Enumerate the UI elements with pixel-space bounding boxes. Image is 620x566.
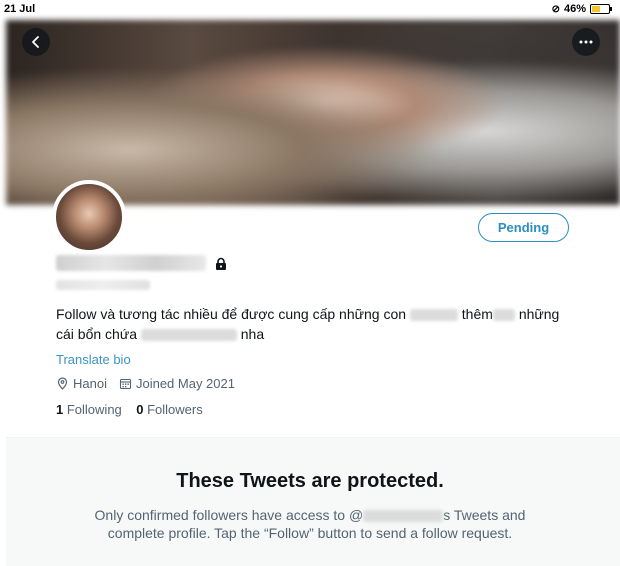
bio-text: nha (240, 326, 265, 342)
more-options-button[interactable] (572, 28, 600, 56)
followers-count: 0 (136, 402, 144, 417)
redacted-text (363, 510, 444, 523)
protected-line-2: complete profile. Tap the “Follow” butto… (107, 525, 513, 541)
lock-icon (216, 257, 226, 270)
bio-text: thêm (461, 306, 493, 322)
pending-button[interactable]: Pending (478, 213, 569, 242)
join-date: Joined May 2021 (119, 376, 235, 391)
location-pin-icon (57, 377, 68, 390)
battery-percent: 46% (563, 3, 586, 15)
follow-counts: 1 Following 0 Followers (56, 402, 203, 417)
followers-link[interactable]: 0 Followers (136, 402, 202, 417)
redacted-text (492, 309, 515, 322)
following-count: 1 (56, 402, 64, 417)
status-time: 21 Jul (4, 3, 36, 15)
profile-meta: Hanoi Joined May 2021 (56, 376, 241, 391)
banner-controls (6, 20, 620, 205)
chevron-left-icon (32, 36, 39, 48)
protected-notice-panel (6, 437, 620, 566)
followers-label: Followers (147, 402, 203, 417)
location-text: Hanoi (73, 376, 107, 391)
location: Hanoi (56, 376, 107, 391)
join-date-text: Joined May 2021 (135, 376, 235, 391)
redacted-text (140, 329, 237, 342)
bio-text: cái bổn chứa (56, 326, 137, 342)
username-redacted (56, 280, 150, 290)
protected-title: These Tweets are protected. (176, 470, 444, 492)
protected-line-1-end: s Tweets and (443, 507, 526, 523)
protected-description: Only confirmed followers have access to … (60, 506, 560, 542)
redacted-text (409, 309, 458, 322)
link-icon: ⊘ (551, 3, 560, 15)
status-indicators: ⊘ 46% (551, 3, 612, 15)
more-dots-icon (579, 40, 593, 44)
profile-bio: Follow và tương tác nhiều để được cung c… (56, 304, 576, 344)
status-bar: 21 Jul ⊘ 46% (0, 0, 620, 20)
back-button[interactable] (22, 28, 50, 56)
bio-text: những (518, 306, 560, 322)
calendar-icon (119, 378, 132, 390)
following-label: Following (66, 402, 122, 417)
avatar[interactable] (52, 180, 126, 254)
protected-line-1-start: Only confirmed followers have access to … (94, 507, 364, 523)
display-name-redacted (56, 255, 206, 271)
translate-bio-link[interactable]: Translate bio (56, 352, 131, 367)
battery-icon (590, 4, 612, 14)
battery-fill (592, 6, 601, 12)
following-link[interactable]: 1 Following (56, 402, 122, 417)
bio-text: Follow và tương tác nhiều để được cung c… (56, 306, 407, 322)
